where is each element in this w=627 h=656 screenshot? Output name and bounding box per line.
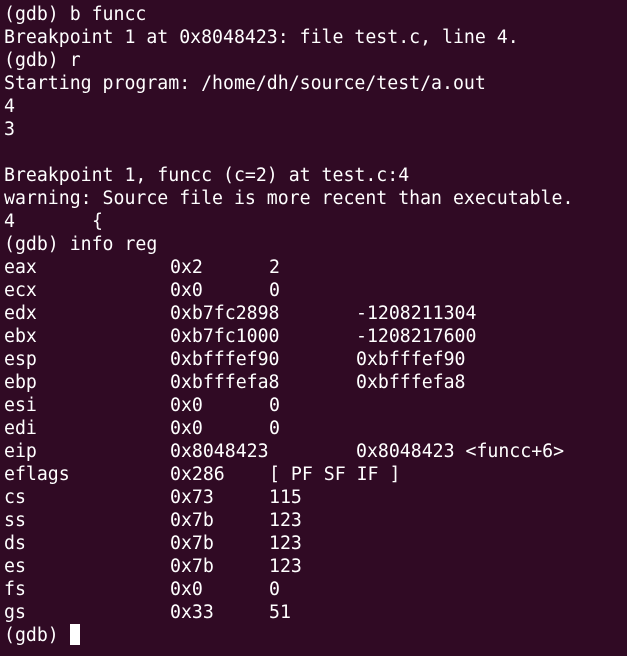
output-line: Breakpoint 1, funcc (c=2) at test.c:4: [4, 165, 410, 186]
register-row-esi: esi 0x0 0: [4, 394, 573, 417]
register-natural-value: 115: [269, 487, 302, 508]
register-row-ecx: ecx 0x0 0: [4, 279, 573, 302]
register-hex-value: 0x0: [170, 579, 203, 600]
register-name: eip: [4, 441, 37, 462]
source-line: 4{: [4, 210, 573, 233]
register-natural-value: 0: [269, 579, 280, 600]
register-name: ebx: [4, 326, 37, 347]
register-name: cs: [4, 487, 26, 508]
register-row-es: es 0x7b 123: [4, 555, 573, 578]
register-row-ss: ss 0x7b 123: [4, 509, 573, 532]
register-hex-value: 0xb7fc1000: [170, 326, 280, 347]
register-hex-value: 0x0: [170, 280, 203, 301]
register-natural-value: [ PF SF IF ]: [269, 464, 401, 485]
register-row-ebp: ebp 0xbfffefa8 0xbfffefa8: [4, 371, 573, 394]
register-hex-value: 0x2: [170, 257, 203, 278]
register-row-fs: fs 0x0 0: [4, 578, 573, 601]
register-name: fs: [4, 579, 26, 600]
register-natural-value: 0: [269, 418, 280, 439]
register-hex-value: 0x0: [170, 395, 203, 416]
register-name: ecx: [4, 280, 37, 301]
register-row-cs: cs 0x73 115: [4, 486, 573, 509]
source-line-code: {: [92, 211, 103, 232]
register-hex-value: 0x8048423: [170, 441, 269, 462]
register-row-edi: edi 0x0 0: [4, 417, 573, 440]
register-table: eax 0x2 2 ecx 0x0 0 edx 0xb7fc2898 -1208211304 eb…: [4, 256, 573, 624]
terminal-output: (gdb) b funcc Breakpoint 1 at 0x8048423:…: [4, 3, 573, 647]
register-natural-value: 0xbfffefa8: [356, 372, 466, 393]
register-row-ebx: ebx 0xb7fc1000 -1208217600: [4, 325, 573, 348]
terminal-window[interactable]: (gdb) b funcc Breakpoint 1 at 0x8048423:…: [0, 0, 627, 656]
register-name: es: [4, 556, 26, 577]
register-natural-value: 2: [269, 257, 280, 278]
register-row-esp: esp 0xbfffef90 0xbfffef90: [4, 348, 573, 371]
register-name: edi: [4, 418, 37, 439]
register-natural-value: 123: [269, 533, 302, 554]
output-line: (gdb) b funcc: [4, 4, 147, 25]
register-row-gs: gs 0x33 51: [4, 601, 573, 624]
register-hex-value: 0xb7fc2898: [170, 303, 280, 324]
register-hex-value: 0xbfffef90: [170, 349, 280, 370]
register-name: eax: [4, 257, 37, 278]
register-hex-value: 0x7b: [170, 510, 214, 531]
output-line: warning: Source file is more recent than…: [4, 188, 574, 209]
register-row-edx: edx 0xb7fc2898 -1208211304: [4, 302, 573, 325]
output-line: 3: [4, 119, 15, 140]
register-hex-value: 0x286: [170, 464, 225, 485]
register-name: esp: [4, 349, 37, 370]
register-natural-value: -1208211304: [356, 303, 477, 324]
register-hex-value: 0x7b: [170, 556, 214, 577]
register-hex-value: 0x0: [170, 418, 203, 439]
register-row-ds: ds 0x7b 123: [4, 532, 573, 555]
gdb-prompt: (gdb): [4, 625, 70, 646]
output-line: Starting program: /home/dh/source/test/a…: [4, 73, 486, 94]
register-hex-value: 0x33: [170, 602, 214, 623]
register-name: esi: [4, 395, 37, 416]
register-natural-value: 123: [269, 556, 302, 577]
register-row-eax: eax 0x2 2: [4, 256, 573, 279]
register-natural-value: 0: [269, 395, 280, 416]
register-hex-value: 0x73: [170, 487, 214, 508]
register-natural-value: 51: [269, 602, 291, 623]
register-name: eflags: [4, 464, 70, 485]
source-line-number: 4: [4, 211, 15, 232]
register-natural-value: 123: [269, 510, 302, 531]
register-hex-value: 0x7b: [170, 533, 214, 554]
register-name: gs: [4, 602, 26, 623]
register-hex-value: 0xbfffefa8: [170, 372, 280, 393]
output-line: (gdb) r: [4, 50, 81, 71]
output-line: (gdb) info reg: [4, 234, 158, 255]
register-natural-value: -1208217600: [356, 326, 477, 347]
register-natural-value: 0: [269, 280, 280, 301]
output-line: 4: [4, 96, 15, 117]
output-line: Breakpoint 1 at 0x8048423: file test.c, …: [4, 27, 519, 48]
register-name: edx: [4, 303, 37, 324]
register-name: ds: [4, 533, 26, 554]
text-cursor: [69, 624, 80, 645]
register-row-eflags: eflags 0x286 [ PF SF IF ]: [4, 463, 573, 486]
prompt-line[interactable]: (gdb): [4, 624, 573, 647]
register-name: ebp: [4, 372, 37, 393]
register-natural-value: 0x8048423 <funcc+6>: [356, 441, 565, 462]
register-name: ss: [4, 510, 26, 531]
register-row-eip: eip 0x8048423 0x8048423 <funcc+6>: [4, 440, 573, 463]
register-natural-value: 0xbfffef90: [356, 349, 466, 370]
